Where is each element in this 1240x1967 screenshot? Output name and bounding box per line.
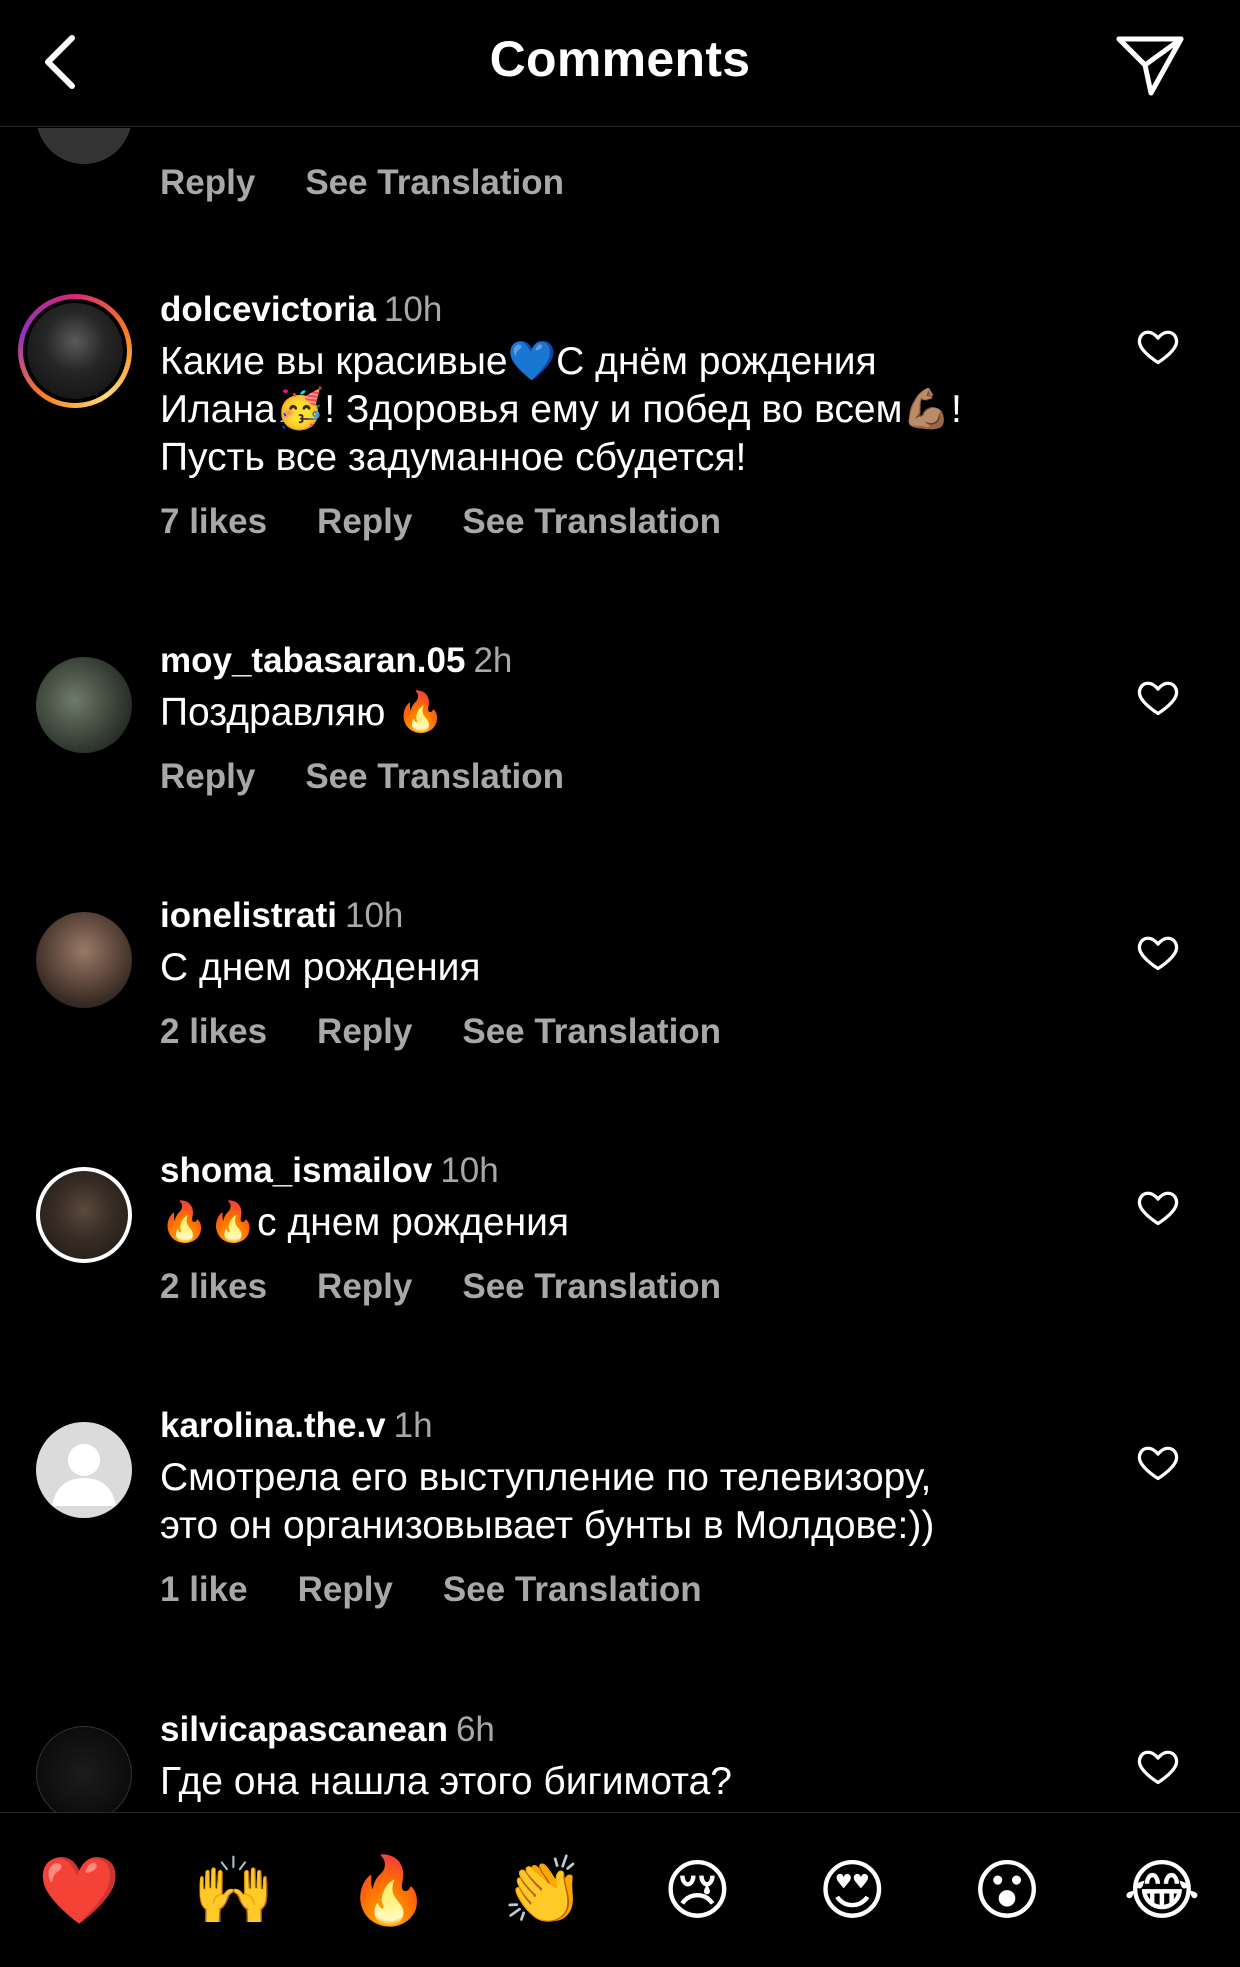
default-user-icon (52, 1444, 116, 1506)
page-title: Comments (489, 31, 751, 87)
avatar[interactable] (18, 294, 132, 408)
reaction-heart-eyes[interactable]: 😍 (812, 1850, 892, 1930)
comment-username[interactable]: dolcevictoria (160, 290, 376, 329)
reaction-fire[interactable]: 🔥 (348, 1850, 430, 1930)
comment-actions: Reply See Translation (160, 163, 564, 203)
comment-actions: Reply See Translation (160, 757, 1100, 797)
reply-button[interactable]: Reply (160, 757, 255, 797)
reaction-crying[interactable]: 😢 (657, 1850, 737, 1930)
heart-icon[interactable] (1136, 1744, 1180, 1788)
comment-time: 6h (455, 1710, 495, 1749)
comment-username[interactable]: shoma_ismailov (160, 1151, 432, 1190)
avatar[interactable] (36, 1167, 132, 1263)
quick-reactions-bar: ❤️ 🙌 🔥 👏 😢 😍 😮 😂 (0, 1812, 1240, 1967)
comment-username[interactable]: silvicapascanean (160, 1710, 448, 1749)
comment-time: 10h (383, 290, 443, 329)
likes-count[interactable]: 2 likes (160, 1267, 267, 1307)
reply-button[interactable]: Reply (317, 1267, 412, 1307)
comment-username[interactable]: ionelistrati (160, 896, 337, 935)
heart-icon[interactable] (1136, 1440, 1180, 1484)
heart-icon[interactable] (1136, 1185, 1180, 1229)
heart-icon[interactable] (1136, 675, 1180, 719)
paper-plane-icon (1116, 36, 1184, 96)
see-translation-button[interactable]: See Translation (462, 1012, 721, 1052)
reaction-tears-of-joy[interactable]: 😂 (1122, 1850, 1202, 1930)
comment-text: Какие вы красивые💙С днём рождения Илана🥳… (160, 340, 962, 479)
comment-actions: 2 likes Reply See Translation (160, 1267, 1100, 1307)
share-button[interactable] (1110, 25, 1190, 105)
comment-username[interactable]: moy_tabasaran.05 (160, 641, 465, 680)
comment-text: 🔥🔥с днем рождения (160, 1201, 570, 1244)
reply-button[interactable]: Reply (298, 1570, 393, 1610)
header: Comments (0, 0, 1240, 127)
comment-time: 2h (473, 641, 513, 680)
see-translation-button[interactable]: See Translation (462, 1267, 721, 1307)
reaction-red-heart[interactable]: ❤️ (38, 1850, 120, 1930)
comment-text: Поздравляю 🔥 (160, 691, 445, 734)
see-translation-button[interactable]: See Translation (305, 163, 564, 203)
comment-time: 10h (440, 1151, 499, 1190)
heart-icon[interactable] (1136, 930, 1180, 974)
reply-button[interactable]: Reply (317, 1012, 412, 1052)
comment-actions: 2 likes Reply See Translation (160, 1012, 1100, 1052)
comment-username[interactable]: karolina.the.v (160, 1406, 386, 1445)
reply-button[interactable]: Reply (317, 502, 412, 542)
comment-actions: 1 like Reply See Translation (160, 1570, 1100, 1610)
reaction-surprised[interactable]: 😮 (967, 1850, 1047, 1930)
reply-button[interactable]: Reply (160, 163, 255, 203)
comment-time: 10h (344, 896, 404, 935)
see-translation-button[interactable]: See Translation (305, 757, 564, 797)
avatar[interactable] (36, 1726, 132, 1812)
avatar[interactable] (36, 128, 132, 164)
reaction-clapping[interactable]: 👏 (503, 1850, 585, 1930)
comment-text: Где она нашла этого бигимота? (160, 1760, 732, 1803)
avatar[interactable] (36, 657, 132, 753)
comment-time: 1h (393, 1406, 433, 1445)
comment-list[interactable]: Reply See Translation dolcevictoria 10h К… (0, 128, 1240, 1812)
avatar[interactable] (36, 912, 132, 1008)
comment-text: Смотрела его выступление по телевизору, … (160, 1456, 935, 1547)
avatar[interactable] (36, 1422, 132, 1518)
likes-count[interactable]: 1 like (160, 1570, 248, 1610)
reaction-raised-hands[interactable]: 🙌 (193, 1850, 275, 1930)
likes-count[interactable]: 2 likes (160, 1012, 267, 1052)
see-translation-button[interactable]: See Translation (462, 502, 721, 542)
likes-count[interactable]: 7 likes (160, 502, 267, 542)
heart-icon[interactable] (1136, 324, 1180, 368)
see-translation-button[interactable]: See Translation (443, 1570, 702, 1610)
comments-screen: Comments Reply See Translation dolcevict… (0, 0, 1240, 1967)
comment-text: С днем рождения (160, 946, 481, 989)
comment-actions: 7 likes Reply See Translation (160, 502, 1100, 542)
